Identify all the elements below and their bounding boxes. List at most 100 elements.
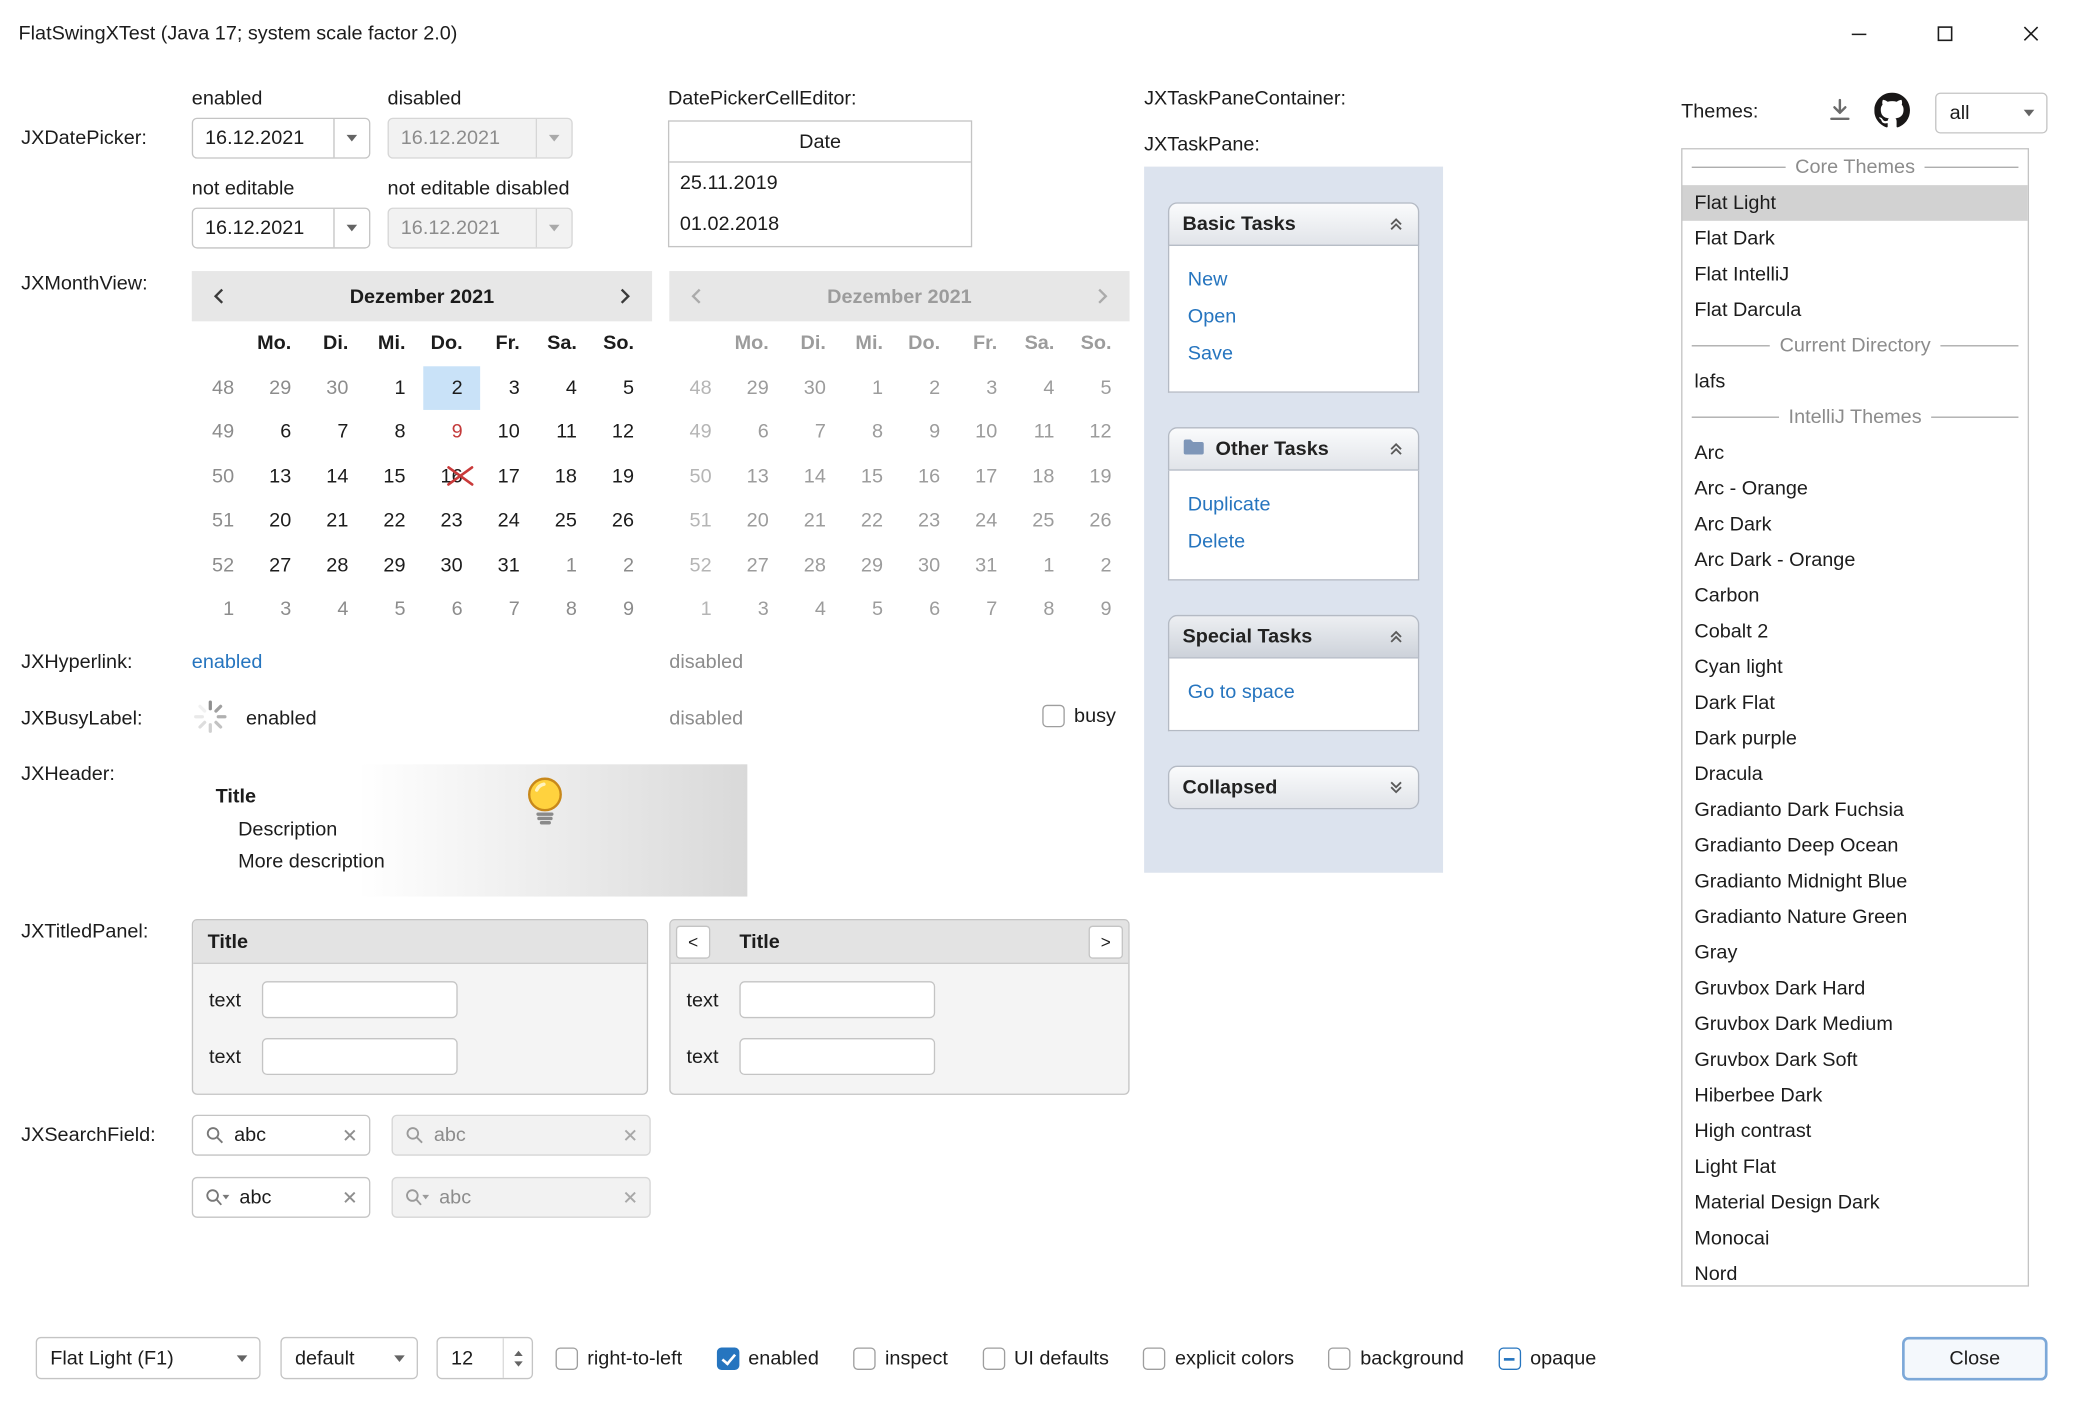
calendar-day[interactable]: 29 — [251, 366, 308, 410]
theme-list-item[interactable]: Gradianto Nature Green — [1682, 899, 2027, 935]
spinner-buttons[interactable] — [503, 1338, 532, 1378]
calendar-day[interactable]: 15 — [366, 454, 423, 498]
datepicker-not-editable[interactable]: 16.12.2021 — [192, 208, 371, 249]
spinner-value[interactable]: 12 — [438, 1338, 503, 1378]
theme-list-item[interactable]: Gruvbox Dark Soft — [1682, 1042, 2027, 1078]
busy-checkbox[interactable]: busy — [1042, 705, 1116, 727]
table-row[interactable]: 25.11.2019 — [669, 163, 971, 204]
datepicker-enabled[interactable]: 16.12.2021 — [192, 118, 371, 159]
minimize-button[interactable] — [1816, 0, 1902, 66]
checkbox-background[interactable]: background — [1328, 1347, 1463, 1369]
text-field[interactable] — [262, 981, 458, 1018]
task-link[interactable]: Duplicate — [1188, 487, 1408, 524]
calendar-day[interactable]: 7 — [308, 410, 365, 454]
themes-filter-combobox[interactable]: all — [1935, 93, 2047, 134]
theme-list-item[interactable]: Arc - Orange — [1682, 471, 2027, 507]
laf-combobox[interactable]: Flat Light (F1) — [36, 1337, 261, 1379]
text-field[interactable] — [739, 1038, 935, 1075]
download-themes-button[interactable] — [1823, 93, 1857, 127]
calendar-day[interactable]: 7 — [480, 587, 537, 631]
calendar-day[interactable]: 20 — [251, 499, 308, 543]
calendar-day[interactable]: 6 — [423, 587, 480, 631]
calendar-day[interactable]: 1 — [366, 366, 423, 410]
theme-list-item[interactable]: Material Design Dark — [1682, 1185, 2027, 1221]
task-link[interactable]: Go to space — [1188, 674, 1408, 711]
search-field[interactable]: abc — [192, 1115, 371, 1156]
checkbox-ui-defaults[interactable]: UI defaults — [982, 1347, 1109, 1369]
search-field-with-menu[interactable]: abc — [192, 1177, 371, 1218]
checkbox-enabled[interactable]: enabled — [717, 1347, 819, 1369]
text-field[interactable] — [262, 1038, 458, 1075]
calendar-day[interactable]: 3 — [480, 366, 537, 410]
calendar-day[interactable]: 8 — [537, 587, 594, 631]
calendar-day[interactable]: 1 — [537, 543, 594, 587]
calendar-day[interactable]: 2 — [423, 366, 480, 410]
checkbox-box[interactable] — [1143, 1347, 1165, 1369]
collapse-icon[interactable] — [1388, 628, 1405, 645]
checkbox-box[interactable] — [853, 1347, 875, 1369]
calendar-day[interactable]: 23 — [423, 499, 480, 543]
collapse-icon[interactable] — [1388, 216, 1405, 233]
theme-list-item[interactable]: Gruvbox Dark Hard — [1682, 971, 2027, 1007]
maximize-button[interactable] — [1902, 0, 1988, 66]
clear-icon[interactable] — [343, 1128, 358, 1143]
theme-list-item[interactable]: Gradianto Midnight Blue — [1682, 863, 2027, 899]
theme-list-item[interactable]: Flat Light — [1682, 185, 2027, 221]
theme-list-item[interactable]: Hiberbee Dark — [1682, 1078, 2027, 1114]
checkbox-box[interactable] — [1498, 1347, 1520, 1369]
calendar-day[interactable]: 31 — [480, 543, 537, 587]
calendar-day[interactable]: 24 — [480, 499, 537, 543]
theme-list-item[interactable]: Gruvbox Dark Medium — [1682, 1006, 2027, 1042]
calendar-day[interactable]: 2 — [594, 543, 651, 587]
calendar-day[interactable]: 26 — [594, 499, 651, 543]
datepicker-dropdown-button[interactable] — [333, 209, 369, 247]
theme-list-item[interactable]: Monocai — [1682, 1221, 2027, 1257]
calendar-day[interactable]: 3 — [251, 587, 308, 631]
task-link[interactable]: Delete — [1188, 524, 1408, 561]
calendar-day[interactable]: 27 — [251, 543, 308, 587]
close-button[interactable]: Close — [1902, 1337, 2047, 1381]
theme-list-item[interactable]: Dark Flat — [1682, 685, 2027, 721]
theme-list-item[interactable]: Arc Dark - Orange — [1682, 542, 2027, 578]
calendar-day[interactable]: 10 — [480, 410, 537, 454]
clear-icon[interactable] — [343, 1190, 358, 1205]
calendar-day[interactable]: 6 — [251, 410, 308, 454]
calendar-day[interactable]: 19 — [594, 454, 651, 498]
theme-list-item[interactable]: Arc — [1682, 435, 2027, 471]
taskpane-header[interactable]: Collapsed — [1168, 766, 1419, 810]
calendar-day[interactable]: 29 — [366, 543, 423, 587]
checkbox-box[interactable] — [982, 1347, 1004, 1369]
theme-list-item[interactable]: Dracula — [1682, 756, 2027, 792]
theme-list-item[interactable]: Flat Darcula — [1682, 292, 2027, 328]
theme-list-item[interactable]: Gradianto Deep Ocean — [1682, 828, 2027, 864]
checkbox-explicit-colors[interactable]: explicit colors — [1143, 1347, 1294, 1369]
spinner-up-icon[interactable] — [514, 1350, 522, 1355]
text-field[interactable] — [739, 981, 935, 1018]
calendar-day[interactable]: 21 — [308, 499, 365, 543]
taskpane-header[interactable]: Basic Tasks — [1168, 202, 1419, 246]
font-combobox[interactable]: default — [280, 1337, 418, 1379]
checkbox-box[interactable] — [1328, 1347, 1350, 1369]
collapse-icon[interactable] — [1388, 440, 1405, 457]
theme-list-item[interactable]: Arc Dark — [1682, 506, 2027, 542]
table-row[interactable]: 01.02.2018 — [669, 204, 971, 245]
next-button[interactable]: > — [1089, 925, 1123, 958]
spinner-down-icon[interactable] — [514, 1361, 522, 1366]
task-link[interactable]: Open — [1188, 299, 1408, 336]
theme-list-item[interactable]: Light Flat — [1682, 1149, 2027, 1185]
prev-button[interactable]: < — [676, 925, 710, 958]
expand-icon[interactable] — [1388, 779, 1405, 796]
calendar-day[interactable]: 14 — [308, 454, 365, 498]
checkbox-box[interactable] — [556, 1347, 578, 1369]
calendar-day[interactable]: 17 — [480, 454, 537, 498]
checkbox-box[interactable] — [1042, 705, 1064, 727]
calendar-day[interactable]: 22 — [366, 499, 423, 543]
theme-list-item[interactable]: Flat Dark — [1682, 221, 2027, 257]
theme-list-item[interactable]: Cobalt 2 — [1682, 614, 2027, 650]
calendar-day[interactable]: 5 — [594, 366, 651, 410]
calendar-day[interactable]: 4 — [308, 587, 365, 631]
theme-list-item[interactable]: High contrast — [1682, 1113, 2027, 1149]
calendar-day[interactable]: 11 — [537, 410, 594, 454]
checkbox-box[interactable] — [717, 1347, 739, 1369]
theme-list-item[interactable]: Flat IntelliJ — [1682, 257, 2027, 293]
